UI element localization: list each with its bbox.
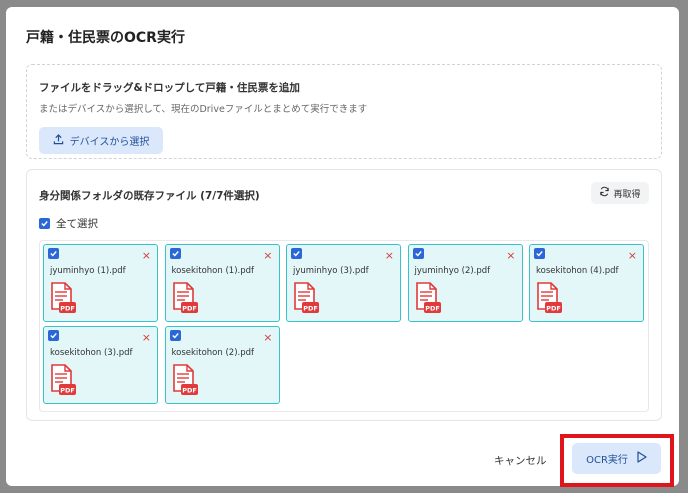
remove-file-icon[interactable]: × (263, 332, 272, 343)
file-card[interactable]: × jyuminhyo (1).pdf PDF (43, 244, 158, 322)
svg-text:PDF: PDF (303, 305, 318, 313)
file-card[interactable]: × jyuminhyo (2).pdf PDF (407, 244, 523, 322)
remove-file-icon[interactable]: × (263, 250, 272, 261)
file-card[interactable]: × kosekitohon (2).pdf PDF (164, 326, 280, 404)
remove-file-icon[interactable]: × (142, 332, 151, 343)
file-checkbox[interactable] (48, 330, 59, 341)
file-card[interactable]: × kosekitohon (4).pdf PDF (529, 244, 644, 322)
run-ocr-button[interactable]: OCR実行 (572, 443, 661, 474)
svg-text:PDF: PDF (182, 305, 197, 313)
select-from-device-button[interactable]: デバイスから選択 (39, 127, 163, 154)
file-checkbox[interactable] (534, 248, 545, 259)
file-grid: × jyuminhyo (1).pdf PDF × kosekitohon (1).pd… (39, 240, 649, 412)
refresh-label: 再取得 (613, 189, 641, 200)
file-card[interactable]: × jyuminhyo (3).pdf PDF (286, 244, 401, 322)
pdf-file-icon: PDF (172, 364, 198, 395)
file-checkbox[interactable] (412, 248, 424, 259)
remove-file-icon[interactable]: × (506, 250, 515, 261)
ocr-dialog: 戸籍・住民票のOCR実行 ファイルをドラッグ&ドロップして戸籍・住民票を追加 ま… (6, 7, 679, 486)
pdf-file-icon: PDF (294, 282, 319, 313)
file-card[interactable]: × kosekitohon (1).pdf PDF (164, 244, 280, 322)
pdf-file-icon: PDF (172, 282, 198, 313)
run-ocr-label: OCR実行 (586, 455, 628, 466)
upload-icon (53, 133, 64, 148)
file-dropzone[interactable]: ファイルをドラッグ&ドロップして戸籍・住民票を追加 またはデバイスから選択して、… (26, 64, 662, 159)
select-all-checkbox[interactable]: 全て選択 (39, 216, 98, 231)
cancel-button[interactable]: キャンセル (494, 453, 547, 468)
file-name: kosekitohon (1).pdf (171, 266, 255, 276)
file-name: kosekitohon (3).pdf (50, 348, 133, 358)
remove-file-icon[interactable]: × (628, 250, 637, 261)
pdf-file-icon: PDF (415, 282, 441, 313)
pdf-file-icon: PDF (51, 282, 76, 313)
select-all-label: 全て選択 (56, 218, 98, 230)
existing-files-panel: 身分関係フォルダの既存ファイル (7/7件選択) 再取得 全て選択 × jyumi… (26, 169, 662, 421)
dropzone-title: ファイルをドラッグ&ドロップして戸籍・住民票を追加 (39, 82, 300, 94)
file-checkbox[interactable] (169, 248, 181, 259)
file-name: jyuminhyo (2).pdf (414, 266, 491, 276)
file-checkbox[interactable] (48, 248, 59, 259)
file-checkbox[interactable] (169, 330, 181, 341)
svg-text:PDF: PDF (425, 305, 440, 313)
svg-text:PDF: PDF (546, 305, 561, 313)
file-checkbox[interactable] (291, 248, 302, 259)
existing-files-title: 身分関係フォルダの既存ファイル (7/7件選択) (39, 190, 260, 202)
svg-text:PDF: PDF (60, 387, 75, 395)
select-from-device-label: デバイスから選択 (69, 137, 150, 148)
file-card[interactable]: × kosekitohon (3).pdf PDF (43, 326, 158, 404)
file-name: kosekitohon (4).pdf (536, 266, 619, 276)
file-name: jyuminhyo (3).pdf (293, 266, 369, 276)
pdf-file-icon: PDF (537, 282, 562, 313)
refresh-button[interactable]: 再取得 (591, 182, 649, 204)
dialog-title: 戸籍・住民票のOCR実行 (26, 30, 185, 46)
svg-text:PDF: PDF (60, 305, 75, 313)
refresh-icon (599, 186, 610, 200)
pdf-file-icon: PDF (51, 364, 76, 395)
play-icon (636, 451, 647, 466)
remove-file-icon[interactable]: × (142, 250, 151, 261)
file-name: jyuminhyo (1).pdf (50, 266, 126, 276)
checkbox-checked-icon[interactable] (39, 218, 50, 229)
dropzone-subtitle: またはデバイスから選択して、現在のDriveファイルとまとめて実行できます (39, 104, 368, 115)
file-name: kosekitohon (2).pdf (171, 348, 255, 358)
svg-text:PDF: PDF (182, 387, 197, 395)
remove-file-icon[interactable]: × (385, 250, 394, 261)
